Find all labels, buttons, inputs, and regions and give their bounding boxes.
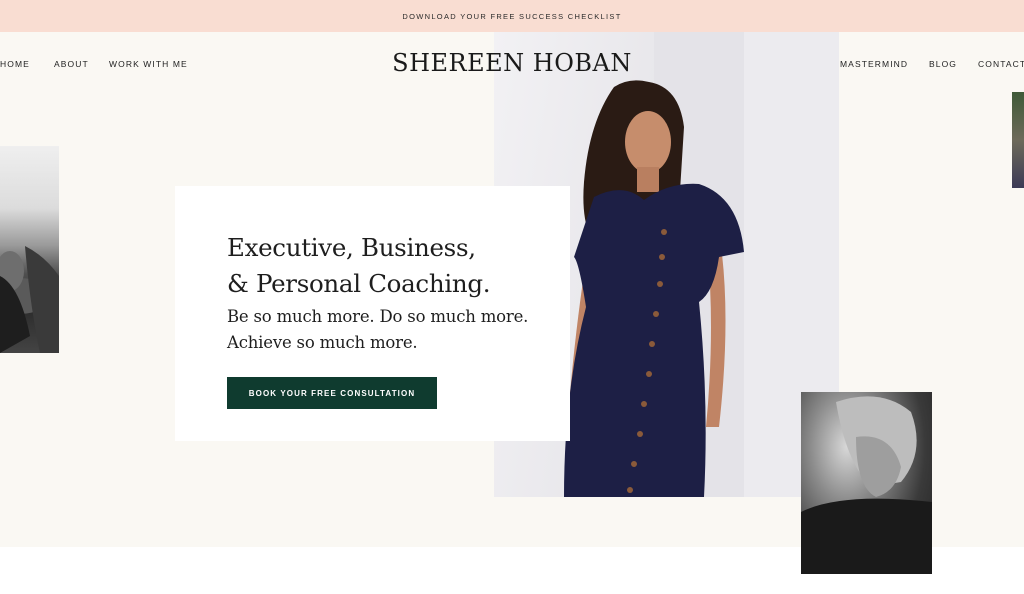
nav-mastermind[interactable]: MASTERMIND (840, 59, 908, 69)
hero-photo-right-top (1012, 92, 1024, 188)
announcement-bar[interactable]: DOWNLOAD YOUR FREE SUCCESS CHECKLIST (0, 0, 1024, 32)
hero-sub-line2: Achieve so much more. (227, 333, 418, 352)
hero-card: Executive, Business, & Personal Coaching… (175, 186, 570, 441)
hero-photo-left (0, 146, 59, 353)
hero-subheadline: Be so much more. Do so much more. Achiev… (227, 304, 557, 356)
left-photo-art (0, 246, 59, 353)
hero-photo-right-bottom (801, 392, 932, 574)
hero-headline-line1: Executive, Business, (227, 233, 476, 262)
book-consultation-button[interactable]: BOOK YOUR FREE CONSULTATION (227, 377, 437, 409)
right-photo-art (801, 396, 932, 574)
announcement-link[interactable]: DOWNLOAD YOUR FREE SUCCESS CHECKLIST (402, 12, 621, 21)
nav-blog[interactable]: BLOG (929, 59, 957, 69)
hero-sub-line1: Be so much more. Do so much more. (227, 307, 529, 326)
hero-headline-line2: & Personal Coaching. (227, 269, 491, 298)
hero-headline: Executive, Business, & Personal Coaching… (227, 230, 557, 302)
nav-contact[interactable]: CONTACT (978, 59, 1024, 69)
